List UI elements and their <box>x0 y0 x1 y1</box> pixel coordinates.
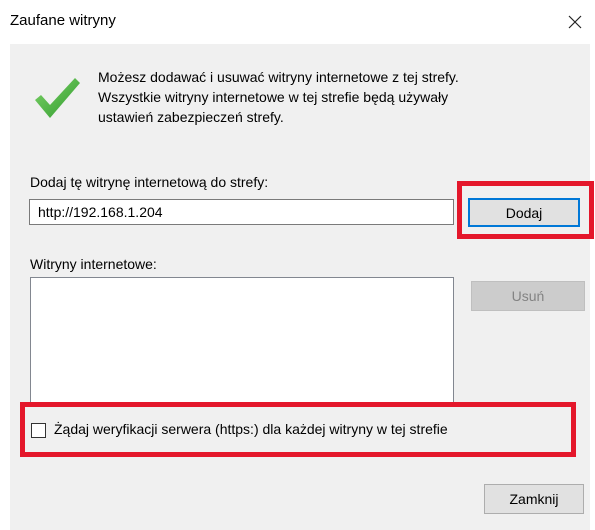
https-verification-label[interactable]: Żądaj weryfikacji serwera (https:) dla k… <box>54 421 448 437</box>
close-icon <box>568 15 582 29</box>
intro-text: Możesz dodawać i usuwać witryny internet… <box>98 67 568 127</box>
remove-button: Usuń <box>471 281 585 311</box>
intro-line: Wszystkie witryny internetowe w tej stre… <box>98 89 449 105</box>
checkmark-icon <box>35 78 80 118</box>
websites-list[interactable] <box>30 277 454 405</box>
add-button[interactable]: Dodaj <box>468 198 580 227</box>
window-title: Zaufane witryny <box>10 12 116 29</box>
close-window-button[interactable] <box>555 2 595 42</box>
websites-label: Witryny internetowe: <box>30 256 157 272</box>
close-button[interactable]: Zamknij <box>484 484 584 514</box>
intro-line: Możesz dodawać i usuwać witryny internet… <box>98 69 459 85</box>
add-site-label: Dodaj tę witrynę internetową do strefy: <box>30 174 269 190</box>
intro-line: ustawień zabezpieczeń strefy. <box>98 109 284 125</box>
title-bar: Zaufane witryny <box>0 0 595 44</box>
site-url-input[interactable] <box>29 199 454 225</box>
https-verification-checkbox[interactable] <box>31 423 46 438</box>
